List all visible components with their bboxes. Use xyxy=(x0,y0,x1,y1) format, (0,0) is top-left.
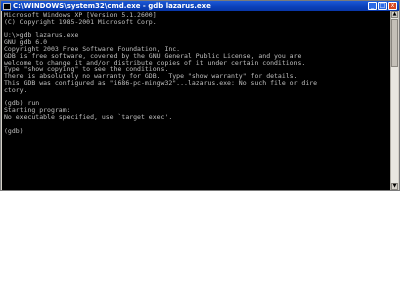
console-line: No executable specified, use `target exe… xyxy=(4,112,173,121)
console-output[interactable]: Microsoft Windows XP [Version 5.1.2600] … xyxy=(2,11,392,190)
scroll-thumb[interactable] xyxy=(391,19,398,67)
vertical-scrollbar[interactable]: ▲ ▼ xyxy=(390,11,398,190)
close-button[interactable]: x xyxy=(388,2,397,10)
console-window: C:\WINDOWS\system32\cmd.exe - gdb lazaru… xyxy=(0,0,400,191)
console-line: (C) Copyright 1985-2001 Microsoft Corp. xyxy=(4,17,157,26)
cmd-icon xyxy=(3,2,11,10)
scroll-down-icon[interactable]: ▼ xyxy=(391,183,398,190)
console-text: Microsoft Windows XP [Version 5.1.2600] … xyxy=(2,11,392,135)
scroll-up-icon[interactable]: ▲ xyxy=(391,11,398,18)
title-bar[interactable]: C:\WINDOWS\system32\cmd.exe - gdb lazaru… xyxy=(1,1,399,11)
window-title: C:\WINDOWS\system32\cmd.exe - gdb lazaru… xyxy=(13,2,211,10)
window-controls: _ □ x xyxy=(368,2,397,10)
console-line: ctory. xyxy=(4,85,28,94)
maximize-button[interactable]: □ xyxy=(378,2,387,10)
minimize-button[interactable]: _ xyxy=(368,2,377,10)
console-line: This GDB was configured as "i686-pc-ming… xyxy=(4,78,318,87)
console-line: (gdb) xyxy=(4,126,24,135)
